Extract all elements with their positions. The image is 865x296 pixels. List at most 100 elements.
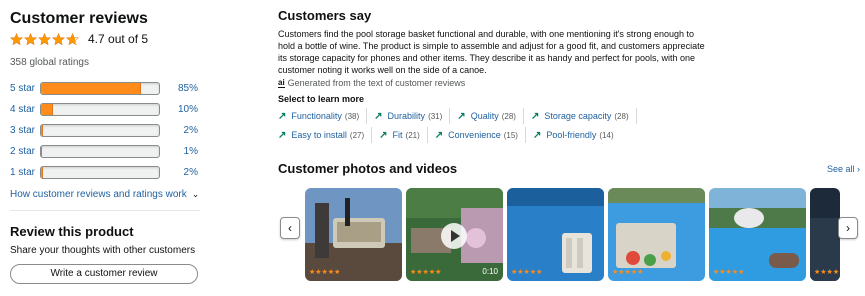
aspect-label[interactable]: Easy to install <box>291 130 347 140</box>
customers-say-title: Customers say <box>278 8 372 23</box>
histogram-label[interactable]: 4 star <box>10 104 40 115</box>
histogram-bar[interactable] <box>40 145 160 158</box>
histogram-label[interactable]: 5 star <box>10 83 40 94</box>
histogram-bar[interactable] <box>40 103 160 116</box>
photo-star-rating: ★★★★★ <box>410 269 442 276</box>
aspect-chips: ↗ Functionality (38) ↗ Durability (31) ↗ Qual… <box>278 108 718 143</box>
histogram-bar[interactable] <box>40 166 160 179</box>
aspect-label[interactable]: Functionality <box>291 111 342 121</box>
review-product-title: Review this product <box>10 224 134 239</box>
half-star-icon <box>66 32 79 46</box>
histogram-row-5-star[interactable]: 5 star 85% <box>10 78 202 99</box>
customer-photo-thumbnail[interactable]: ★★★★★ <box>709 188 806 281</box>
average-rating-row[interactable]: 4.7 out of 5 <box>10 30 202 48</box>
aspect-chip-functionality[interactable]: ↗ Functionality (38) <box>278 108 368 124</box>
generated-note-text: Generated from the text of customer revi… <box>287 78 466 88</box>
how-ratings-work-label[interactable]: How customer reviews and ratings work <box>10 189 187 200</box>
histogram-bar-fill <box>41 125 44 136</box>
generated-note: ai Generated from the text of customer r… <box>278 78 858 88</box>
histogram-bar[interactable] <box>40 82 160 95</box>
histogram-percent[interactable]: 10% <box>160 104 198 115</box>
see-all-link[interactable]: See all › <box>827 164 860 174</box>
trend-up-icon: ↗ <box>278 110 287 122</box>
histogram-label[interactable]: 2 star <box>10 146 40 157</box>
ai-review-summary: Customers find the pool storage basket f… <box>278 29 705 75</box>
how-ratings-work-link[interactable]: How customer reviews and ratings work ⌄ <box>10 189 202 200</box>
trend-up-icon: ↗ <box>457 110 466 122</box>
customer-photo-thumbnail[interactable]: ★★★★★ <box>608 188 705 281</box>
reviews-title: Customer reviews <box>10 10 148 27</box>
histogram-bar-fill <box>41 104 53 115</box>
histogram-label[interactable]: 1 star <box>10 167 40 178</box>
total-ratings-count: 358 global ratings <box>10 57 89 68</box>
aspect-count: (21) <box>405 130 420 140</box>
histogram-row-2-star[interactable]: 2 star 1% <box>10 141 202 162</box>
aspect-chip-durability[interactable]: ↗ Durability (31) <box>374 108 451 124</box>
photo-star-rating: ★★★★★ <box>309 269 341 276</box>
aspect-label[interactable]: Storage capacity <box>544 111 611 121</box>
average-rating-text: 4.7 out of 5 <box>88 32 149 46</box>
histogram-percent[interactable]: 1% <box>160 146 198 157</box>
customer-photo-thumbnail[interactable]: ★★★★★ <box>810 188 840 281</box>
rating-histogram: 5 star 85% 4 star 10% 3 star 2% 2 star 1… <box>10 78 202 183</box>
customer-photo-thumbnail[interactable]: ★★★★★ <box>507 188 604 281</box>
histogram-bar[interactable] <box>40 124 160 137</box>
aspect-chip-fit[interactable]: ↗ Fit (21) <box>379 127 428 143</box>
aspect-label[interactable]: Quality <box>471 111 499 121</box>
aspect-label[interactable]: Durability <box>388 111 426 121</box>
histogram-bar-fill <box>41 146 43 157</box>
aspect-count: (28) <box>614 111 629 121</box>
aspect-count: (27) <box>349 130 365 140</box>
star-icon <box>10 32 23 46</box>
aspect-label[interactable]: Convenience <box>448 130 501 140</box>
photo-star-rating: ★★★★★ <box>612 269 644 276</box>
customer-photos-header: Customer photos and videos See all › <box>278 161 860 176</box>
write-review-button[interactable]: Write a customer review <box>10 264 198 284</box>
histogram-bar-fill <box>41 83 142 94</box>
histogram-label[interactable]: 3 star <box>10 125 40 136</box>
review-share-text: Share your thoughts with other customers <box>10 245 196 256</box>
customer-photo-thumbnail[interactable]: ★★★★★ <box>305 188 402 281</box>
trend-up-icon: ↗ <box>374 110 383 122</box>
aspect-count: (31) <box>428 111 443 121</box>
histogram-percent[interactable]: 2% <box>160 125 198 136</box>
customer-video-thumbnail[interactable]: ★★★★★ 0:10 <box>406 188 503 281</box>
trend-up-icon: ↗ <box>434 129 444 141</box>
aspect-chip-easy-to-install[interactable]: ↗ Easy to install (27) <box>278 127 373 143</box>
play-icon[interactable] <box>441 223 467 249</box>
aspect-count: (38) <box>344 111 360 121</box>
aspect-chip-storage-capacity[interactable]: ↗ Storage capacity (28) <box>531 108 637 124</box>
trend-up-icon: ↗ <box>278 129 287 141</box>
carousel-next-button[interactable]: › <box>838 217 858 239</box>
section-divider <box>10 210 200 211</box>
photo-star-rating: ★★★★★ <box>814 269 840 276</box>
aspect-count: (15) <box>503 130 518 140</box>
chevron-left-icon: ‹ <box>288 221 292 235</box>
video-duration: 0:10 <box>482 267 498 276</box>
customer-photos-title: Customer photos and videos <box>278 161 458 176</box>
histogram-percent[interactable]: 2% <box>160 167 198 178</box>
carousel-previous-button[interactable]: ‹ <box>280 217 300 239</box>
star-icon <box>38 32 51 46</box>
customers-say-panel: Customers say Customers find the pool st… <box>278 8 858 143</box>
histogram-percent[interactable]: 85% <box>160 83 198 94</box>
histogram-row-3-star[interactable]: 3 star 2% <box>10 120 202 141</box>
aspect-chip-quality[interactable]: ↗ Quality (28) <box>457 108 524 124</box>
select-to-learn-label: Select to learn more <box>278 94 365 104</box>
histogram-row-4-star[interactable]: 4 star 10% <box>10 99 202 120</box>
ai-badge-icon: ai <box>278 77 285 88</box>
histogram-row-1-star[interactable]: 1 star 2% <box>10 162 202 183</box>
trend-up-icon: ↗ <box>532 129 542 141</box>
review-this-product-section: Review this product Share your thoughts … <box>10 224 202 284</box>
star-icon <box>52 32 65 46</box>
chevron-down-icon[interactable]: ⌄ <box>192 189 200 200</box>
aspect-label[interactable]: Fit <box>393 130 403 140</box>
reviews-summary-panel: Customer reviews 4.7 out of 5 358 global… <box>10 10 202 200</box>
photo-star-rating: ★★★★★ <box>713 269 745 276</box>
chevron-right-icon: › <box>846 221 850 235</box>
aspect-chip-convenience[interactable]: ↗ Convenience (15) <box>435 127 526 143</box>
star-icon <box>24 32 37 46</box>
aspect-label[interactable]: Pool-friendly <box>546 130 596 140</box>
aspect-chip-pool-friendly[interactable]: ↗ Pool-friendly (14) <box>533 127 621 143</box>
photo-star-rating: ★★★★★ <box>511 269 543 276</box>
